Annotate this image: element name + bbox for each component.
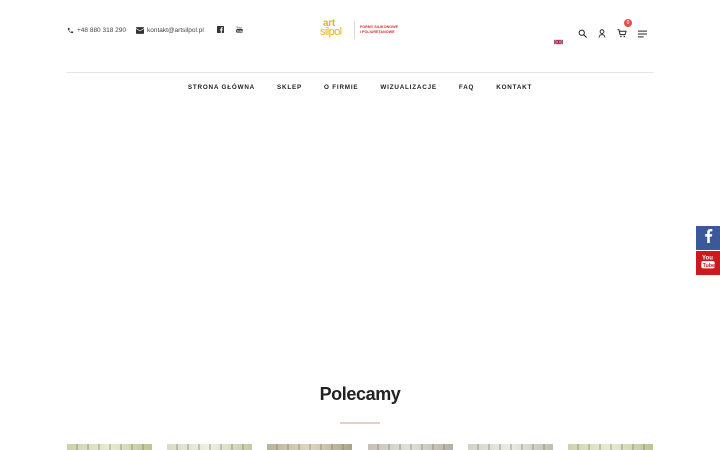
- facebook-icon[interactable]: [216, 25, 224, 35]
- phone-number: +48 880 318 290: [77, 26, 126, 34]
- email-link[interactable]: kontakt@artsilpol.pl: [135, 26, 204, 34]
- nav-item-visualizations[interactable]: WIZUALIZACJE: [380, 83, 436, 93]
- nav-item-home[interactable]: STRONA GŁÓWNA: [188, 83, 255, 93]
- youtube-icon[interactable]: You Tube: [235, 25, 243, 35]
- cart-count-badge: 0: [624, 19, 632, 27]
- top-bar: +48 880 318 290 kontakt@artsilpol.pl You…: [67, 19, 653, 45]
- user-icon[interactable]: [598, 25, 606, 43]
- nav-item-about[interactable]: O FIRMIE: [324, 83, 358, 93]
- phone-link[interactable]: +48 880 318 290: [67, 27, 126, 34]
- product-card[interactable]: [167, 444, 253, 450]
- contact-info: +48 880 318 290 kontakt@artsilpol.pl You…: [67, 22, 243, 38]
- envelope-icon: [135, 26, 144, 34]
- product-card[interactable]: [67, 444, 152, 450]
- cart-icon[interactable]: [617, 25, 627, 43]
- svg-text:You: You: [236, 25, 242, 29]
- side-youtube-button[interactable]: You Tube: [696, 251, 720, 275]
- product-card[interactable]: [367, 444, 453, 450]
- product-card[interactable]: [467, 444, 553, 450]
- main-navigation: STRONA GŁÓWNA SKLEP O FIRMIE WIZUALIZACJ…: [0, 83, 720, 93]
- email-address: kontakt@artsilpol.pl: [146, 26, 204, 34]
- nav-item-contact[interactable]: KONTAKT: [496, 83, 532, 93]
- featured-section-title: Polecamy: [319, 384, 401, 404]
- svg-text:You: You: [702, 255, 713, 261]
- youtube-icon: You Tube: [701, 253, 715, 274]
- nav-item-faq[interactable]: FAQ: [459, 83, 474, 93]
- phone-icon: [67, 27, 74, 34]
- flag-uk-icon[interactable]: [554, 32, 563, 45]
- logo-tagline: FORMY SILIKONOWE I POLIURETANOWE: [360, 25, 399, 34]
- side-facebook-button[interactable]: [696, 226, 720, 250]
- product-card[interactable]: [267, 444, 353, 450]
- header-divider: [67, 72, 653, 73]
- logo-wordmark: art silpol: [320, 18, 342, 38]
- svg-text:Tube: Tube: [703, 263, 715, 269]
- title-underline: [340, 422, 380, 424]
- nav-item-shop[interactable]: SKLEP: [277, 83, 302, 93]
- site-logo[interactable]: art silpol FORMY SILIKONOWE I POLIURETAN…: [320, 19, 398, 41]
- product-card[interactable]: [567, 444, 653, 450]
- featured-products-row: [67, 444, 653, 450]
- logo-divider: [354, 21, 355, 39]
- search-icon[interactable]: [578, 25, 587, 43]
- facebook-icon: [704, 228, 713, 248]
- menu-icon[interactable]: [638, 25, 647, 43]
